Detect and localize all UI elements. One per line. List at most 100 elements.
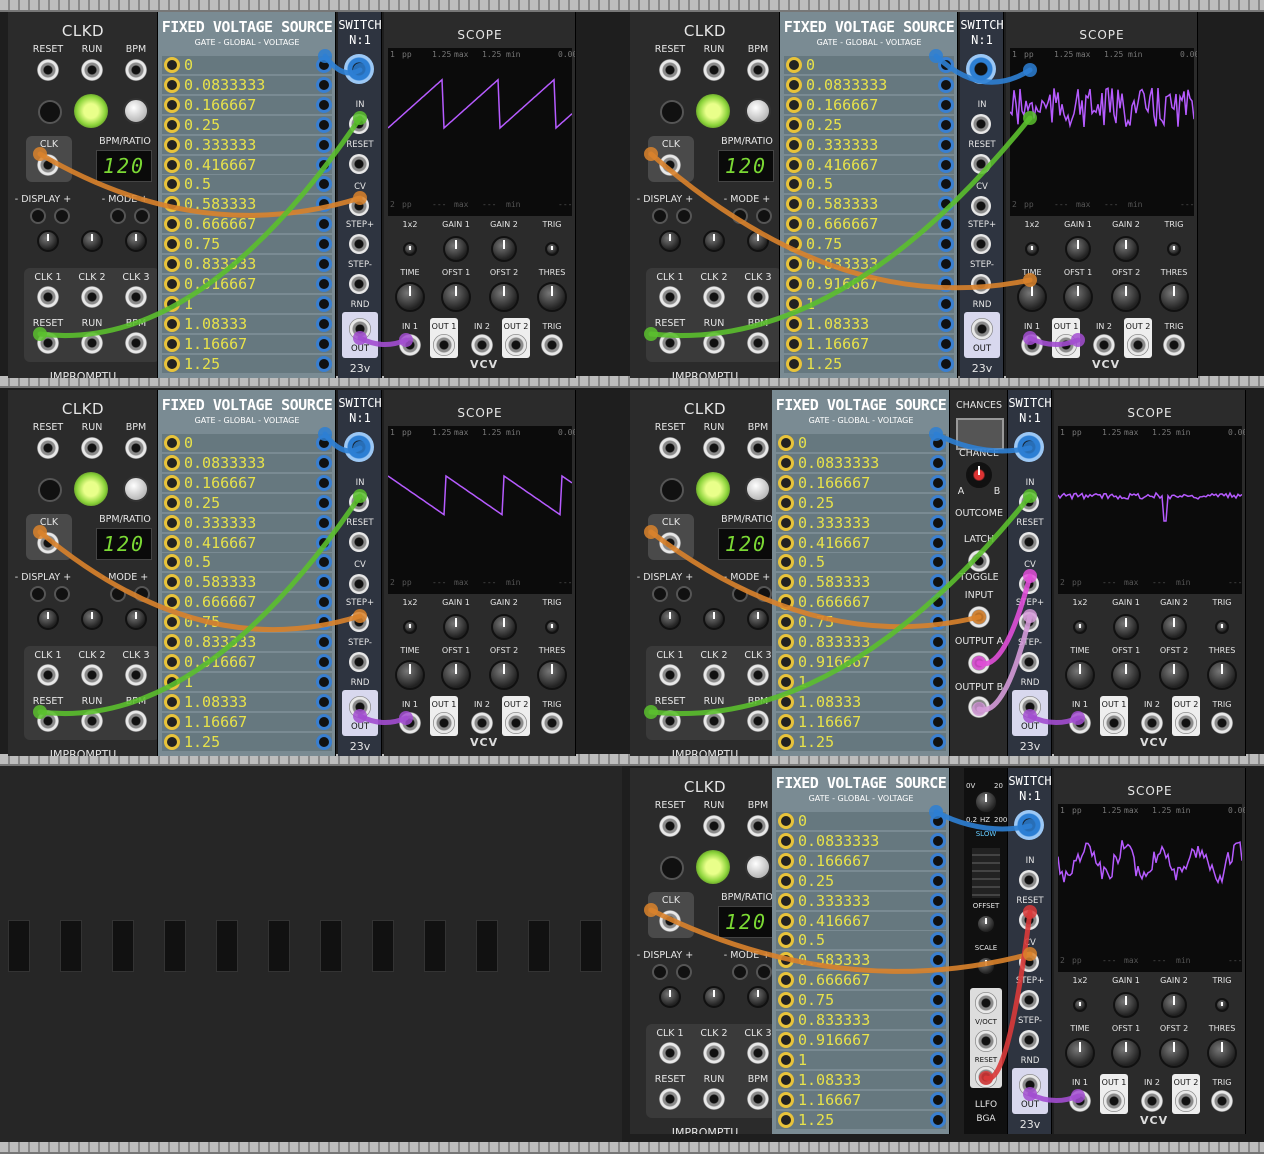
voltage-value[interactable]: 1 [806,295,815,313]
gate-input-jack[interactable] [164,474,180,491]
voltage-value[interactable]: 1 [798,1051,807,1069]
gate-input-jack[interactable] [786,315,802,332]
gate-input-jack[interactable] [164,554,180,571]
voltage-output-jack[interactable] [938,116,954,133]
jack-run[interactable] [703,437,725,459]
gate-input-jack[interactable] [778,872,794,889]
gate-input-jack[interactable] [778,1051,794,1068]
voltage-output-jack[interactable] [938,335,954,352]
voltage-value[interactable]: 1.16667 [798,713,861,731]
voltage-output-jack[interactable] [938,176,954,193]
voltage-value[interactable]: 0.5 [806,175,833,193]
bpm-knob[interactable] [123,98,149,124]
voltage-output-jack[interactable] [930,713,946,730]
jack-input[interactable] [968,606,990,628]
scope-knob[interactable] [545,620,559,634]
voltage-value[interactable]: 0 [798,812,807,830]
ratio-knob[interactable] [747,986,769,1008]
scope-jack[interactable] [1093,334,1115,356]
jack-step-minus[interactable] [1019,1030,1039,1050]
voltage-output-jack[interactable] [930,614,946,631]
voltage-value[interactable]: 0.333333 [184,514,256,532]
voltage-output-jack[interactable] [930,892,946,909]
jack-clk-out[interactable] [659,286,681,308]
voltage-value[interactable]: 0.333333 [184,136,256,154]
ratio-knob[interactable] [659,608,681,630]
freq-knob[interactable] [974,790,998,814]
gate-input-jack[interactable] [164,315,180,332]
voltage-value[interactable]: 0.666667 [184,215,256,233]
jack-out[interactable] [1019,1074,1041,1096]
voltage-value[interactable]: 1 [184,673,193,691]
voltage-output-jack[interactable] [316,534,332,551]
jack-run[interactable] [81,437,103,459]
voltage-value[interactable]: 1.25 [184,733,220,751]
small-button[interactable] [756,586,772,602]
voltage-value[interactable]: 1 [184,295,193,313]
voltage-value[interactable]: 0.166667 [798,852,870,870]
voltage-value[interactable]: 1.25 [798,733,834,751]
voltage-output-jack[interactable] [316,176,332,193]
jack-reset[interactable] [37,437,59,459]
gate-input-jack[interactable] [786,236,802,253]
small-button[interactable] [110,208,126,224]
voltage-value[interactable]: 1.08333 [798,1071,861,1089]
jack-step-plus[interactable] [971,234,991,254]
voltage-output-jack[interactable] [930,912,946,929]
gate-input-jack[interactable] [164,733,180,750]
scope-knob[interactable] [489,282,519,312]
scope-knob[interactable] [537,660,567,690]
voltage-output-jack[interactable] [938,57,954,73]
gate-input-jack[interactable] [164,116,180,133]
scope-jack[interactable] [399,712,421,734]
jack-step-plus[interactable] [349,612,369,632]
scope-jack[interactable] [1175,712,1197,734]
scope-knob[interactable] [491,614,517,640]
gate-input-jack[interactable] [164,574,180,591]
jack-reset[interactable] [659,815,681,837]
voltage-value[interactable]: 0.25 [806,116,842,134]
voltage-value[interactable]: 0.166667 [798,474,870,492]
scope-knob[interactable] [1215,620,1229,634]
gate-input-jack[interactable] [164,216,180,233]
scope-screen[interactable]: 1 pp 1.25 max 1.25 min 0.00 2 pp --- max --- min --- [388,48,575,216]
scope-jack[interactable] [1141,712,1163,734]
voltage-output-jack[interactable] [316,116,332,133]
voltage-value[interactable]: 0.583333 [798,573,870,591]
ratio-knob[interactable] [37,230,59,252]
scope-knob[interactable] [1113,992,1139,1018]
ratio-knob[interactable] [703,608,725,630]
jack-out[interactable] [659,1088,681,1110]
voltage-output-jack[interactable] [938,196,954,213]
voltage-output-jack[interactable] [930,952,946,969]
scope-knob[interactable] [1161,992,1187,1018]
jack-out[interactable] [747,710,769,732]
voltage-value[interactable]: 0.416667 [798,912,870,930]
voltage-output-jack[interactable] [938,256,954,272]
voltage-value[interactable]: 0.916667 [798,1031,870,1049]
voltage-output-jack[interactable] [316,574,332,591]
scope-knob[interactable] [1113,614,1139,640]
jack-bpm[interactable] [125,59,147,81]
jack-clk[interactable] [659,910,681,932]
voltage-value[interactable]: 0.75 [184,235,220,253]
gate-input-jack[interactable] [778,733,794,750]
voltage-output-jack[interactable] [930,494,946,511]
voltage-value[interactable]: 0.666667 [798,971,870,989]
voltage-value[interactable]: 1.16667 [184,713,247,731]
jack-in[interactable] [971,114,991,134]
scope-screen[interactable]: 1 pp 1.25 max 1.25 min 0.00 2 pp --- max --- min --- [388,426,575,594]
voltage-value[interactable]: 0.75 [798,613,834,631]
voltage-output-jack[interactable] [316,335,332,352]
gate-input-jack[interactable] [786,355,802,372]
voltage-value[interactable]: 0.0833333 [184,76,265,94]
voltage-output-jack[interactable] [316,295,332,312]
voltage-output-jack[interactable] [316,196,332,213]
voltage-output-jack[interactable] [316,315,332,332]
jack-out[interactable] [81,332,103,354]
gate-input-jack[interactable] [164,435,180,451]
jack-cv[interactable] [971,196,991,216]
voltage-output-jack[interactable] [930,1091,946,1108]
jack-clk-out[interactable] [659,664,681,686]
step-knob[interactable] [344,54,374,84]
